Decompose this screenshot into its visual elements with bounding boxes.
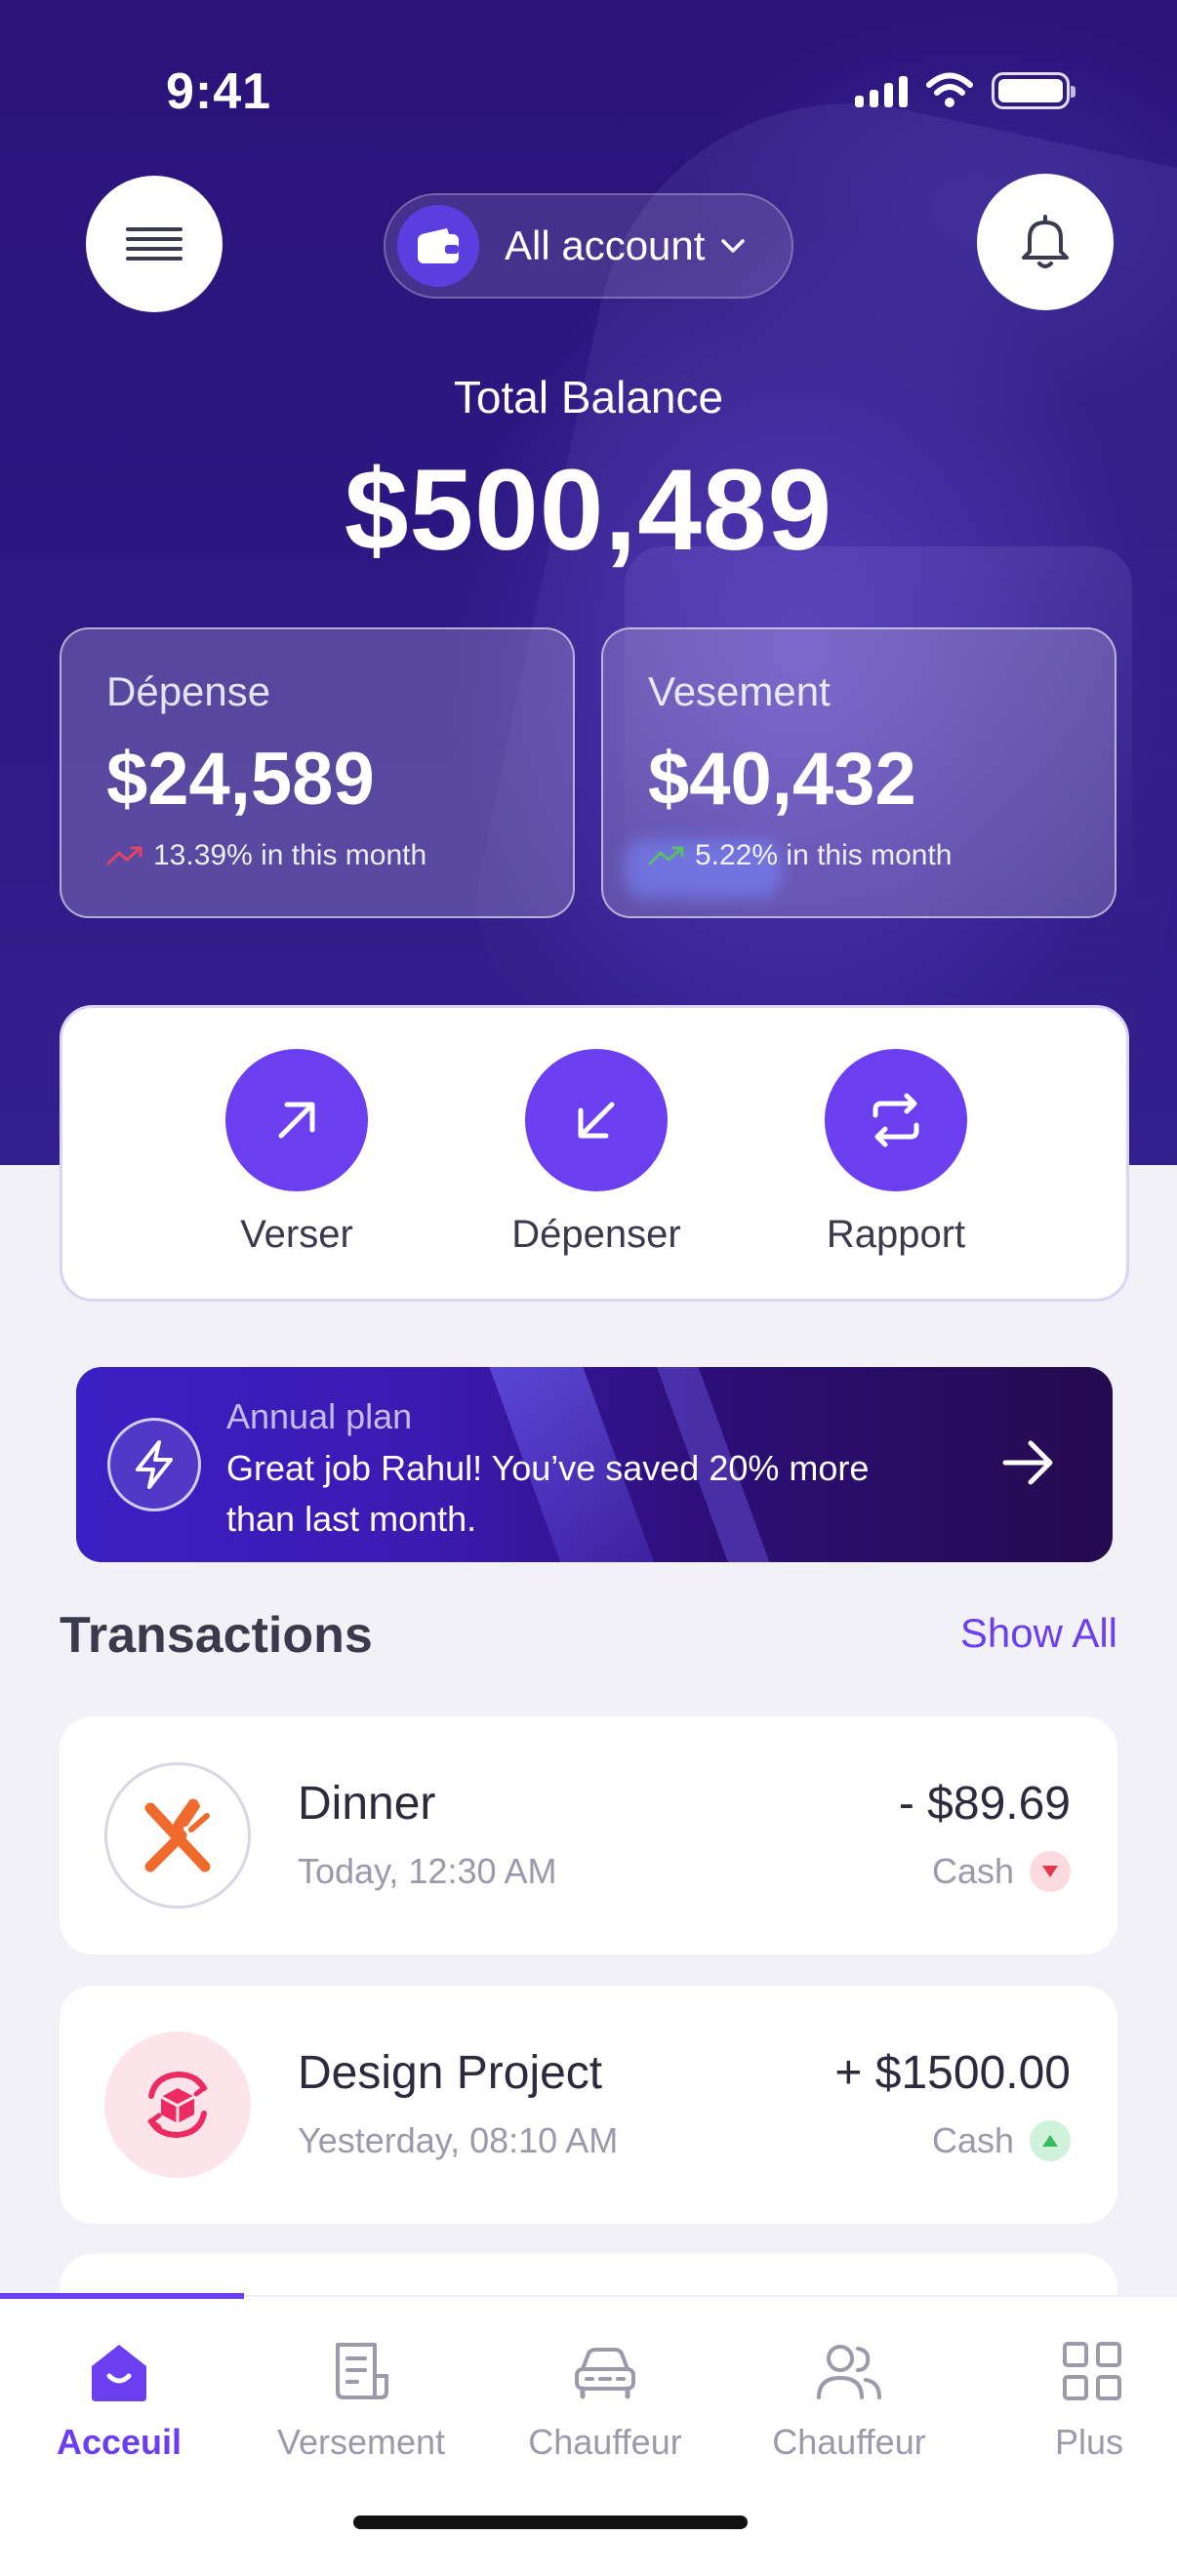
active-tab-indicator (0, 2293, 244, 2299)
home-icon (2, 2324, 236, 2418)
transactions-heading: Transactions (60, 1607, 373, 1664)
transaction-title: Dinner (298, 1778, 436, 1830)
up-triangle-icon (1030, 2120, 1071, 2161)
rapport-label: Rapport (826, 1213, 966, 1256)
lightning-icon (107, 1418, 201, 1511)
transaction-method-label: Cash (931, 2120, 1014, 2160)
expense-trend: 13.39% in this month (106, 839, 528, 872)
transaction-amount: + $1500.00 (834, 2047, 1071, 2099)
nav-plus[interactable]: Plus (975, 2324, 1177, 2463)
transaction-row[interactable]: Design Project Yesterday, 08:10 AM + $15… (60, 1986, 1117, 2224)
nav-label: Acceuil (56, 2422, 183, 2462)
wallet-icon (397, 205, 479, 287)
rapport-action[interactable]: Rapport (769, 1049, 1023, 1257)
verser-label: Verser (240, 1213, 353, 1256)
expense-card[interactable]: Dépense $24,589 13.39% in this month (60, 627, 575, 918)
banner-title: Annual plan (226, 1396, 413, 1436)
transaction-method: Cash (932, 2120, 1071, 2161)
document-icon (244, 2324, 478, 2418)
car-icon (488, 2324, 722, 2418)
nav-chauffeur-users[interactable]: Chauffeur (732, 2324, 966, 2463)
arrow-up-right-icon (225, 1049, 368, 1191)
box-refresh-icon (104, 2032, 251, 2178)
transaction-time: Today, 12:30 AM (298, 1851, 557, 1891)
battery-icon (992, 72, 1076, 109)
expense-trend-text: 13.39% in this month (153, 839, 427, 871)
notifications-button[interactable] (977, 174, 1114, 310)
fork-knife-icon (104, 1762, 251, 1909)
swap-arrows-icon (825, 1049, 967, 1191)
nav-label: Chauffeur (528, 2422, 682, 2462)
transaction-time: Yesterday, 08:10 AM (298, 2120, 619, 2160)
total-balance-value: $500,489 (344, 446, 833, 575)
depenser-action[interactable]: Dépenser (469, 1049, 723, 1257)
expense-amount: $24,589 (106, 738, 375, 821)
expense-title: Dépense (106, 668, 271, 714)
deposit-trend-text: 5.22% in this month (695, 839, 953, 871)
home-indicator[interactable] (353, 2516, 748, 2529)
bell-icon (1022, 215, 1069, 268)
account-selector-label: All account (505, 222, 706, 268)
transaction-row[interactable]: Dinner Today, 12:30 AM - $89.69 Cash (60, 1716, 1117, 1954)
depenser-label: Dépenser (511, 1213, 681, 1256)
nav-versement[interactable]: Versement (244, 2324, 478, 2463)
transaction-method-label: Cash (931, 1851, 1014, 1891)
trend-up-icon (106, 846, 142, 865)
status-icons (855, 72, 1076, 109)
deposit-trend: 5.22% in this month (648, 839, 1070, 872)
arrow-right-icon[interactable] (997, 1431, 1060, 1494)
total-balance-label: Total Balance (453, 372, 724, 423)
down-triangle-icon (1030, 1851, 1071, 1892)
transaction-amount: - $89.69 (898, 1778, 1071, 1830)
chevron-down-icon (721, 239, 746, 253)
banner-text: Great job Rahul! You’ve saved 20% more t… (226, 1448, 870, 1539)
menu-button[interactable] (86, 176, 223, 312)
hamburger-icon (126, 221, 183, 266)
trend-up-icon (648, 846, 684, 865)
verser-action[interactable]: Verser (170, 1049, 424, 1257)
nav-label: Versement (276, 2422, 446, 2462)
nav-label: Plus (1055, 2422, 1124, 2462)
grid-icon (975, 2324, 1177, 2418)
nav-label: Chauffeur (772, 2422, 926, 2462)
nav-chauffeur[interactable]: Chauffeur (488, 2324, 722, 2463)
arrow-down-left-icon (525, 1049, 668, 1191)
show-all-link[interactable]: Show All (960, 1610, 1117, 1657)
nav-acceuil[interactable]: Acceuil (2, 2324, 236, 2463)
annual-plan-banner[interactable]: Annual plan Great job Rahul! You’ve save… (76, 1367, 1113, 1562)
deposit-card[interactable]: Vesement $40,432 5.22% in this month (601, 627, 1116, 918)
deposit-title: Vesement (648, 668, 831, 714)
deposit-amount: $40,432 (648, 738, 916, 821)
wifi-icon (926, 72, 973, 107)
quick-actions-card: Verser Dépenser Rapport (60, 1005, 1129, 1302)
users-icon (732, 2324, 966, 2418)
bottom-navigation: Acceuil Versement Chauffeur Chauffeur Pl… (0, 2293, 1177, 2576)
status-time: 9:41 (166, 63, 272, 120)
account-selector[interactable]: All account (384, 193, 793, 299)
transaction-title: Design Project (298, 2047, 603, 2099)
transaction-method: Cash (932, 1851, 1071, 1892)
cellular-signal-icon (855, 74, 908, 107)
hero-background (0, 0, 1177, 1165)
